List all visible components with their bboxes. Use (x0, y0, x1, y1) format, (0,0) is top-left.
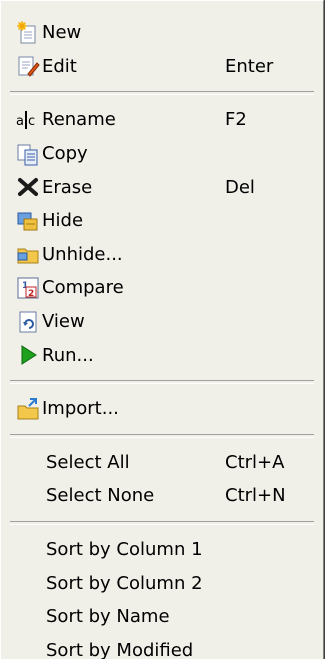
menu-item-label: New (42, 22, 82, 44)
menu-item-shortcut: Ctrl+A (225, 451, 285, 473)
run-icon (16, 343, 40, 367)
menu-item-label: Edit (42, 55, 77, 77)
menu-item-sort-by-column-2[interactable]: Sort by Column 2 (1, 566, 323, 600)
menu-item-edit[interactable]: Edit Enter (1, 50, 323, 84)
menu-item-new[interactable]: New (1, 16, 323, 50)
menu-item-sort-by-modified[interactable]: Sort by Modified (1, 634, 323, 659)
menu-item-sort-by-name[interactable]: Sort by Name (1, 600, 323, 634)
menu-item-sort-by-column-1[interactable]: Sort by Column 1 (1, 533, 323, 567)
svg-text:c: c (28, 114, 35, 129)
new-icon (16, 20, 40, 45)
unhide-icon (16, 242, 40, 266)
menu-item-shortcut: Ctrl+N (225, 485, 286, 507)
svg-text:a: a (16, 114, 24, 129)
compare-icon: 1 2 (16, 276, 40, 300)
menu-item-view[interactable]: View (1, 305, 323, 339)
menu-item-label: Rename (42, 109, 116, 131)
menu-separator (10, 520, 314, 525)
menu-item-label: Hide (42, 210, 84, 232)
menu-separator (10, 91, 314, 96)
menu-item-label: Erase (42, 176, 93, 198)
menu-item-rename[interactable]: a c Rename F2 (1, 103, 323, 137)
menu-item-copy[interactable]: Copy (1, 137, 323, 171)
menu-item-select-none[interactable]: Select None Ctrl+N (1, 479, 323, 513)
menu-item-shortcut: F2 (225, 109, 247, 131)
menu-item-label: Sort by Column 1 (46, 539, 203, 561)
menu-item-erase[interactable]: Erase Del (1, 170, 323, 204)
menu-item-compare[interactable]: 1 2 Compare (1, 271, 323, 305)
menu-item-label: Import... (42, 398, 119, 420)
svg-text:2: 2 (28, 289, 34, 299)
menu-item-label: Compare (42, 277, 124, 299)
menu-separator (10, 379, 314, 384)
menu-item-label: Sort by Modified (46, 639, 194, 659)
edit-icon (16, 54, 40, 78)
import-icon (16, 397, 40, 421)
menu-item-label: Sort by Column 2 (46, 572, 203, 594)
hide-icon (16, 209, 40, 233)
erase-icon (16, 175, 40, 199)
copy-icon (16, 142, 40, 166)
menu-item-label: View (42, 311, 85, 333)
view-icon (16, 310, 40, 334)
menu-item-label: Copy (42, 143, 88, 165)
rename-icon: a c (16, 108, 40, 132)
menu-item-label: Unhide... (42, 243, 123, 265)
menu-separator (10, 433, 314, 438)
menu-item-label: Sort by Name (46, 606, 170, 628)
menu-item-unhide[interactable]: Unhide... (1, 238, 323, 272)
context-menu: New Edit Enter a c Rename F2 Copy Erase … (0, 0, 324, 659)
menu-item-run[interactable]: Run... (1, 338, 323, 372)
menu-item-select-all[interactable]: Select All Ctrl+A (1, 446, 323, 480)
menu-item-import[interactable]: Import... (1, 392, 323, 426)
menu-item-shortcut: Del (225, 176, 255, 198)
menu-item-shortcut: Enter (225, 55, 274, 77)
menu-item-label: Run... (42, 344, 94, 366)
menu-item-hide[interactable]: Hide (1, 204, 323, 238)
